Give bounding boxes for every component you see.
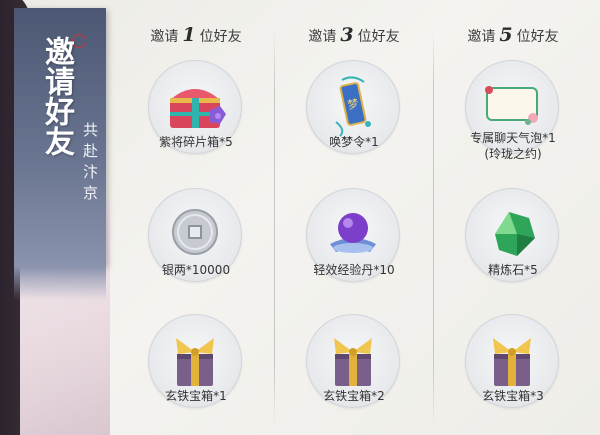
reward-label: 专属聊天气泡*1 (玲珑之约) — [433, 130, 593, 162]
seal-circle-icon — [72, 34, 86, 48]
reward-item[interactable]: 梦 唤梦令*1 — [274, 54, 434, 174]
reward-item[interactable]: 玄铁宝箱*1 — [116, 308, 276, 428]
reward-board: 邀请 1 位好友 紫将碎片箱*5 银两*10000 玄铁宝箱*1 邀请 3 位好… — [116, 0, 600, 435]
reward-label: 唤梦令*1 — [329, 135, 379, 149]
panel-subtitle: 共赴汴京 — [81, 122, 99, 206]
reward-label: 紫将碎片箱*5 — [159, 135, 233, 149]
reward-label: 轻效经验丹*10 — [313, 263, 395, 277]
reward-label: 银两*10000 — [161, 263, 231, 277]
reward-item[interactable]: 轻效经验丹*10 — [274, 182, 434, 302]
reward-label: 玄铁宝箱*3 — [482, 389, 544, 403]
reward-column-1: 邀请 1 位好友 紫将碎片箱*5 银两*10000 玄铁宝箱*1 — [116, 0, 276, 435]
reward-label: 精炼石*5 — [488, 263, 538, 277]
reward-item[interactable]: 精炼石*5 — [433, 182, 593, 302]
reward-item[interactable]: 玄铁宝箱*2 — [274, 308, 434, 428]
reward-column-3: 邀请 3 位好友 梦 唤梦令*1 轻效经验丹*10 玄铁宝箱*2 — [274, 0, 434, 435]
reward-label-line1: 专属聊天气泡*1 — [470, 131, 556, 145]
reward-column-5: 邀请 5 位好友 专属聊天气泡*1 (玲珑之约) 精炼石*5 玄铁宝箱*3 — [433, 0, 593, 435]
reward-item[interactable]: 紫将碎片箱*5 — [116, 54, 276, 174]
column-header: 邀请 1 位好友 — [150, 24, 242, 46]
reward-label: 玄铁宝箱*1 — [165, 389, 227, 403]
reward-label-line2: (玲珑之约) — [484, 147, 542, 161]
reward-item[interactable]: 银两*10000 — [116, 182, 276, 302]
column-header: 邀请 3 位好友 — [308, 24, 400, 46]
reward-item[interactable]: 玄铁宝箱*3 — [433, 308, 593, 428]
reward-item[interactable]: 专属聊天气泡*1 (玲珑之约) — [433, 54, 593, 174]
invite-title-panel: 邀请好友 共赴汴京 — [14, 8, 106, 300]
panel-title: 邀请好友 — [39, 36, 74, 156]
reward-label: 玄铁宝箱*2 — [323, 389, 385, 403]
column-header: 邀请 5 位好友 — [467, 24, 559, 46]
